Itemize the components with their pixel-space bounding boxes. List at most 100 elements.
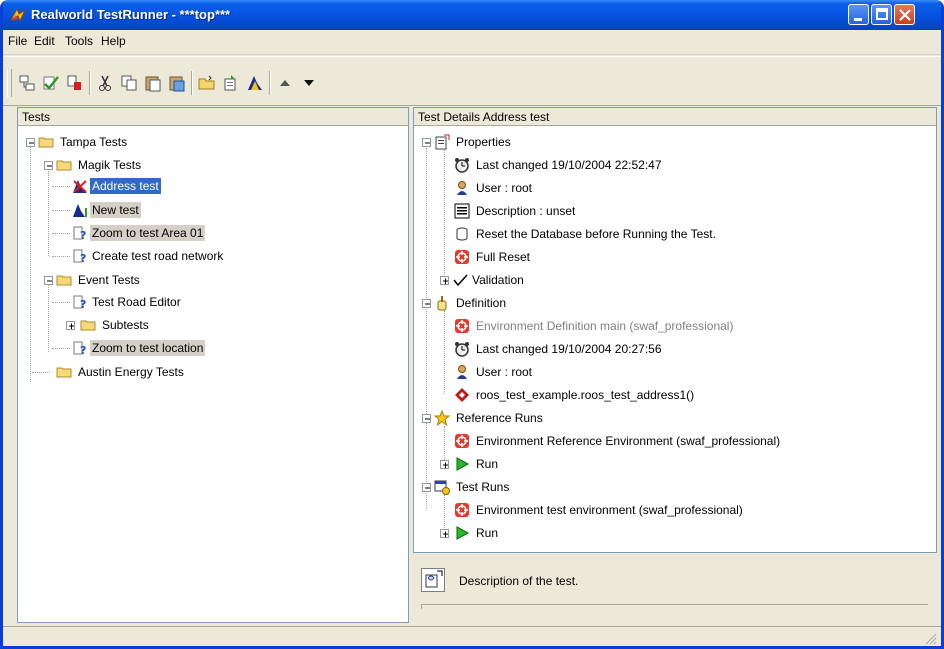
details-item-label: Run: [476, 457, 499, 471]
copy-icon[interactable]: [119, 73, 139, 93]
details-item-env-definition[interactable]: Environment Definition main (swaf_profes…: [454, 316, 735, 336]
toolbar-separator: [269, 71, 271, 95]
document-icon: [454, 203, 470, 219]
details-item-label: Test Runs: [456, 480, 510, 494]
details-item-label: Reference Runs: [456, 411, 543, 425]
menu-file[interactable]: File: [8, 34, 27, 48]
import-icon[interactable]: [221, 73, 241, 93]
user-icon: [457, 365, 467, 379]
test-unknown-icon: ?: [73, 249, 86, 264]
details-item-label: Properties: [456, 135, 511, 149]
details-item-full-reset[interactable]: Full Reset: [454, 247, 532, 267]
close-button[interactable]: [894, 4, 915, 25]
details-item-env-reference[interactable]: Environment Reference Environment (swaf_…: [454, 431, 782, 451]
tree-item-subtests[interactable]: Subtests: [80, 315, 151, 335]
tree-collapse-toggle[interactable]: [26, 138, 35, 147]
folder-icon: [38, 137, 54, 148]
details-item-reference-runs[interactable]: Reference Runs: [434, 408, 545, 428]
details-item-description[interactable]: Description : unset: [454, 201, 577, 221]
tree-item-tampa-tests[interactable]: Tampa Tests: [38, 132, 129, 152]
tree-collapse-toggle[interactable]: [422, 299, 431, 308]
run-icon: [456, 526, 470, 540]
tree-line: [444, 426, 445, 464]
details-item-method[interactable]: roos_test_example.roos_test_address1(): [454, 385, 696, 405]
run-tests-icon[interactable]: [245, 73, 265, 93]
paste-special-icon[interactable]: [167, 73, 187, 93]
details-panel: Test Details Address test Properties Las…: [413, 107, 937, 553]
tree-item-zoom-location[interactable]: ? Zoom to test location: [72, 338, 206, 358]
run-icon: [456, 457, 470, 471]
details-item-env-test[interactable]: Environment test environment (swaf_profe…: [454, 500, 745, 520]
delete-test-icon[interactable]: [65, 73, 85, 93]
tree-item-label: Subtests: [102, 318, 149, 332]
tree-collapse-toggle[interactable]: [422, 414, 431, 423]
details-item-def-last-changed[interactable]: Last changed 19/10/2004 20:27:56: [454, 339, 664, 359]
tree-item-label: Address test: [90, 178, 161, 194]
move-up-icon[interactable]: [275, 73, 295, 93]
test-unknown-icon: ?: [73, 295, 86, 310]
plus-icon: [443, 531, 448, 537]
description-scrollbar[interactable]: [421, 604, 928, 609]
validate-icon[interactable]: [41, 73, 61, 93]
cut-icon[interactable]: [95, 73, 115, 93]
details-item-test-run[interactable]: Run: [454, 523, 500, 543]
move-down-icon[interactable]: [299, 73, 319, 93]
resize-grip-icon[interactable]: [923, 631, 937, 645]
edit-description-button[interactable]: [421, 568, 445, 592]
tree-expand-toggle[interactable]: [440, 276, 449, 285]
minimize-button[interactable]: [848, 4, 869, 25]
folder-icon: [56, 160, 72, 171]
tree-expand-toggle[interactable]: [440, 460, 449, 469]
details-item-validation[interactable]: Validation: [452, 270, 526, 290]
tree-item-zoom-area[interactable]: ? Zoom to test Area 01: [72, 223, 206, 243]
details-item-definition[interactable]: Definition: [434, 293, 508, 313]
paste-icon[interactable]: [143, 73, 163, 93]
details-panel-header: Test Details Address test: [414, 108, 936, 126]
details-item-reset-database[interactable]: Reset the Database before Running the Te…: [454, 224, 718, 244]
tree-item-label: New test: [90, 202, 141, 218]
details-item-last-changed[interactable]: Last changed 19/10/2004 22:52:47: [454, 155, 664, 175]
tree-item-create-road-network[interactable]: ? Create test road network: [72, 246, 225, 266]
app-window: Realworld TestRunner - ***top*** File Ed…: [0, 0, 944, 649]
tree-item-label: Zoom to test Area 01: [90, 225, 206, 241]
tree-item-event-tests[interactable]: Event Tests: [56, 270, 142, 290]
details-item-label: User : root: [476, 181, 533, 195]
tree-item-new-test[interactable]: New test: [72, 200, 141, 220]
menu-edit[interactable]: Edit: [34, 34, 55, 48]
clock-icon: [455, 158, 469, 173]
clock-icon: [455, 342, 469, 357]
menu-tools[interactable]: Tools: [65, 34, 93, 48]
tree-collapse-toggle[interactable]: [44, 161, 53, 170]
tree-item-label: Magik Tests: [78, 158, 142, 172]
edit-description-icon: [425, 570, 443, 588]
maximize-button[interactable]: [871, 4, 892, 25]
tree-item-address-test[interactable]: Address test: [72, 176, 161, 196]
minus-icon: [425, 142, 430, 144]
tree-collapse-toggle[interactable]: [422, 138, 431, 147]
tree-item-austin-energy[interactable]: Austin Energy Tests: [56, 362, 186, 382]
details-item-test-runs[interactable]: Test Runs: [434, 477, 511, 497]
details-item-properties[interactable]: Properties: [434, 132, 513, 152]
open-folder-icon[interactable]: [197, 73, 217, 93]
tree-item-road-editor[interactable]: ? Test Road Editor: [72, 292, 183, 312]
checkmark-icon: [453, 274, 468, 287]
environment-icon: [455, 319, 469, 333]
tree-expand-toggle[interactable]: [440, 529, 449, 538]
details-item-user[interactable]: User : root: [454, 178, 534, 198]
toolbar-grip[interactable]: [7, 69, 12, 97]
svg-text:?: ?: [80, 344, 86, 356]
tree-collapse-toggle[interactable]: [44, 276, 53, 285]
details-item-label: Run: [476, 526, 499, 540]
new-test-icon[interactable]: [17, 73, 37, 93]
title-bar[interactable]: Realworld TestRunner - ***top***: [3, 0, 941, 30]
menu-help[interactable]: Help: [101, 34, 126, 48]
tree-item-label: Tampa Tests: [60, 135, 128, 149]
tree-expand-toggle[interactable]: [66, 321, 75, 330]
maximize-icon: [876, 8, 888, 20]
description-area: Description of the test.: [413, 556, 937, 624]
details-item-def-user[interactable]: User : root: [454, 362, 534, 382]
tree-collapse-toggle[interactable]: [422, 483, 431, 492]
tree-item-magik-tests[interactable]: Magik Tests: [56, 155, 143, 175]
details-item-reference-run[interactable]: Run: [454, 454, 500, 474]
details-item-label: Environment Definition main (swaf_profes…: [476, 319, 734, 333]
